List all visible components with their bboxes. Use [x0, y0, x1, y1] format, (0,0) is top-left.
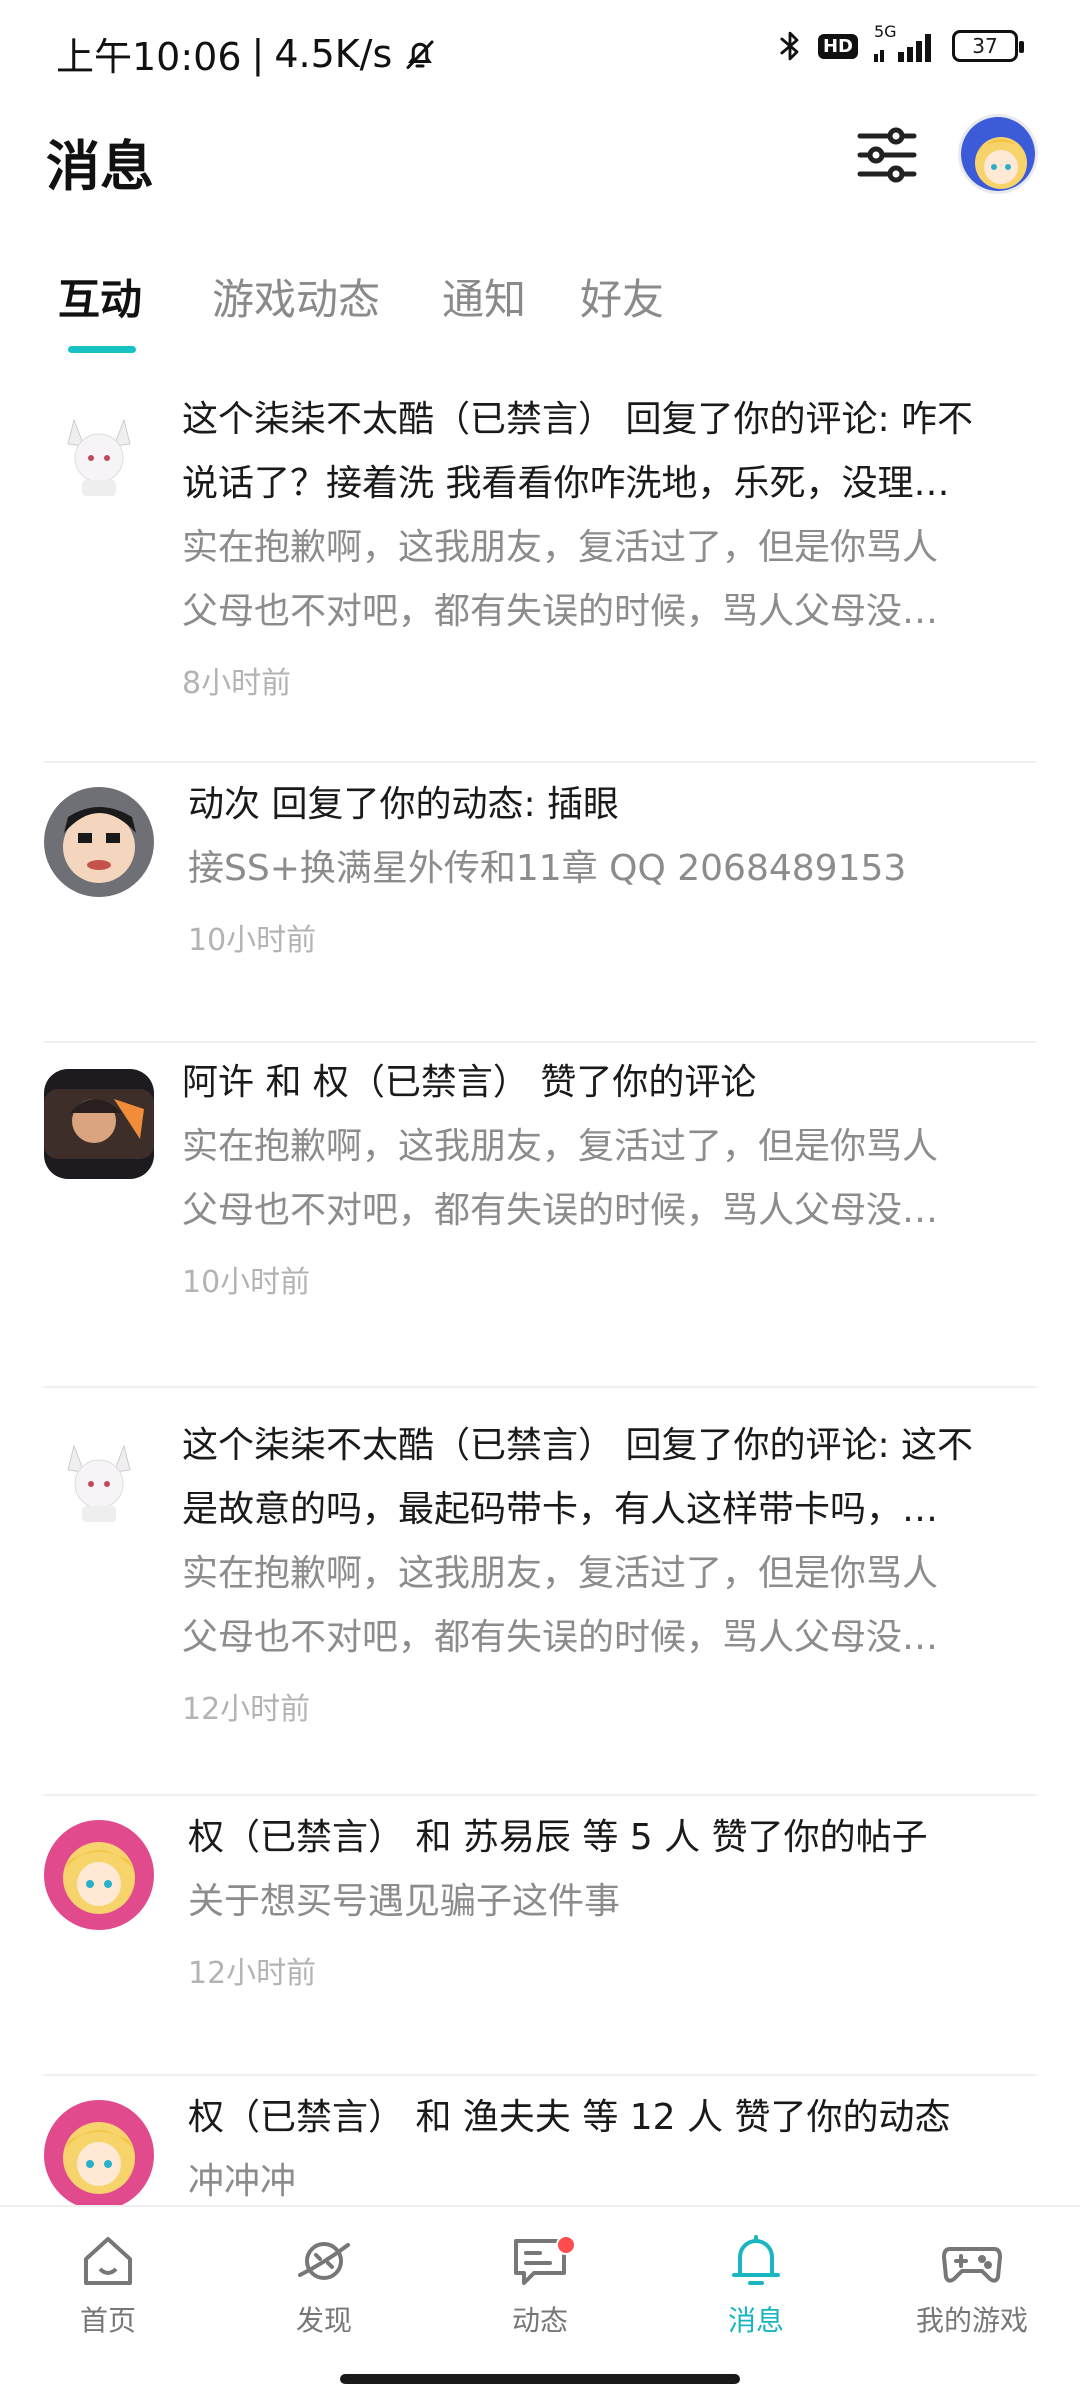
- message-quote: 实在抱歉啊，这我朋友，复活过了，但是你骂人: [182, 1126, 939, 1167]
- list-item[interactable]: 权（已禁言） 和 渔夫夫 等 12 人 赞了你的动态 冲冲冲: [0, 2076, 1080, 2205]
- message-title: 这个柒柒不太酷（已禁言） 回复了你的评论: 咋不: [182, 399, 974, 440]
- message-title: 阿许 和 权（已禁言） 赞了你的评论: [182, 1062, 757, 1103]
- signal-icon: [874, 34, 931, 62]
- message-content: 阿许 和 权（已禁言） 赞了你的评论 实在抱歉啊，这我朋友，复活过了，但是你骂人…: [182, 1051, 1036, 1301]
- message-time: 10小时前: [182, 1265, 311, 1300]
- header: 消息: [0, 100, 1080, 220]
- avatar-image: [44, 1069, 154, 1179]
- nav-label: 消息: [727, 2304, 784, 2337]
- list-item[interactable]: 这个柒柒不太酷（已禁言） 回复了你的评论: 这不 是故意的吗，最起码带卡，有人这…: [0, 1388, 1080, 1796]
- notification-badge: [556, 2235, 576, 2255]
- hd-badge: HD: [817, 33, 858, 59]
- nav-messages[interactable]: 消息: [648, 2207, 864, 2357]
- status-time: 上午10:06: [56, 35, 242, 79]
- avatar[interactable]: [44, 400, 154, 510]
- bell-off-icon: [406, 40, 434, 69]
- nav-my-games[interactable]: 我的游戏: [864, 2207, 1080, 2357]
- avatar[interactable]: [44, 2100, 154, 2205]
- message-content: 动次 回复了你的动态: 插眼 接SS+换满星外传和11章 QQ 20684891…: [188, 773, 1036, 959]
- message-quote: 关于想买号遇见骗子这件事: [188, 1881, 621, 1922]
- status-right: HD 5G 37: [776, 22, 1024, 64]
- message-content: 这个柒柒不太酷（已禁言） 回复了你的评论: 这不 是故意的吗，最起码带卡，有人这…: [182, 1414, 1036, 1728]
- message-content: 这个柒柒不太酷（已禁言） 回复了你的评论: 咋不 说话了？接着洗 我看看你咋洗地…: [182, 388, 1036, 702]
- avatar[interactable]: [44, 1820, 154, 1930]
- page-title: 消息: [46, 135, 154, 198]
- message-quote: 父母也不对吧，都有失误的时候，骂人父母没…: [182, 1190, 939, 1231]
- nav-label: 动态: [511, 2304, 568, 2337]
- message-quote: 实在抱歉啊，这我朋友，复活过了，但是你骂人: [182, 527, 939, 568]
- nav-discover[interactable]: 发现: [216, 2207, 432, 2357]
- user-avatar[interactable]: [958, 114, 1038, 194]
- tab-interaction[interactable]: 互动: [58, 266, 142, 327]
- message-title: 是故意的吗，最起码带卡，有人这样带卡吗，…: [182, 1489, 939, 1530]
- list-item[interactable]: 这个柒柒不太酷（已禁言） 回复了你的评论: 咋不 说话了？接着洗 我看看你咋洗地…: [0, 380, 1080, 763]
- avatar-image: [44, 787, 154, 897]
- list-item[interactable]: 动次 回复了你的动态: 插眼 接SS+换满星外传和11章 QQ 20684891…: [0, 763, 1080, 1043]
- tab-friends[interactable]: 好友: [580, 266, 664, 327]
- filter-button[interactable]: [852, 120, 922, 190]
- status-separator: |: [251, 31, 265, 76]
- message-list[interactable]: 这个柒柒不太酷（已禁言） 回复了你的评论: 咋不 说话了？接着洗 我看看你咋洗地…: [0, 380, 1080, 2205]
- gamepad-icon: [942, 2247, 1002, 2283]
- message-quote: 冲冲冲: [188, 2161, 297, 2202]
- list-item[interactable]: 权（已禁言） 和 苏易辰 等 5 人 赞了你的帖子 关于想买号遇见骗子这件事 1…: [0, 1796, 1080, 2076]
- nav-label: 发现: [295, 2304, 352, 2337]
- status-left: 上午10:06 | 4.5K/s: [56, 26, 438, 81]
- avatar-image: [44, 400, 154, 510]
- network-speed: 4.5K/s: [274, 31, 393, 76]
- message-content: 权（已禁言） 和 苏易辰 等 5 人 赞了你的帖子 关于想买号遇见骗子这件事 1…: [188, 1806, 1036, 1992]
- tab-bar: 互动 游戏动态 通知 好友: [0, 250, 1080, 360]
- nav-feed[interactable]: 动态: [432, 2207, 648, 2357]
- bluetooth-icon: [780, 31, 799, 61]
- avatar[interactable]: [44, 1069, 154, 1179]
- nav-label: 首页: [79, 2304, 136, 2337]
- message-title: 动次 回复了你的动态: 插眼: [188, 784, 620, 825]
- bottom-nav: 首页 发现 动态 消息 我的游戏: [0, 2205, 1080, 2355]
- avatar-image: [44, 1820, 154, 1930]
- nav-home[interactable]: 首页: [0, 2207, 216, 2357]
- sliders-icon: [857, 127, 917, 183]
- battery-indicator: 37: [952, 30, 1024, 62]
- message-content: 权（已禁言） 和 渔夫夫 等 12 人 赞了你的动态 冲冲冲: [188, 2086, 1036, 2205]
- message-time: 10小时前: [188, 923, 317, 958]
- signal-indicator: 5G: [872, 22, 938, 64]
- message-quote: 父母也不对吧，都有失误的时候，骂人父母没…: [182, 1617, 939, 1658]
- message-title: 权（已禁言） 和 苏易辰 等 5 人 赞了你的帖子: [188, 1817, 928, 1858]
- message-time: 12小时前: [188, 1956, 317, 1991]
- nav-label: 我的游戏: [915, 2304, 1028, 2337]
- tab-active-indicator: [68, 346, 136, 353]
- avatar-image: [44, 1426, 154, 1536]
- message-quote: 接SS+换满星外传和11章 QQ 2068489153: [188, 848, 907, 889]
- status-bar: 上午10:06 | 4.5K/s HD 5G 37: [0, 0, 1080, 100]
- avatar[interactable]: [44, 1426, 154, 1536]
- list-item[interactable]: 阿许 和 权（已禁言） 赞了你的评论 实在抱歉啊，这我朋友，复活过了，但是你骂人…: [0, 1043, 1080, 1388]
- avatar-image: [961, 117, 1035, 191]
- tab-game-updates[interactable]: 游戏动态: [212, 266, 380, 327]
- avatar-image: [44, 2100, 154, 2205]
- home-indicator[interactable]: [340, 2374, 740, 2384]
- message-title: 说话了？接着洗 我看看你咋洗地，乐死，没理…: [182, 463, 950, 504]
- message-time: 8小时前: [182, 666, 292, 701]
- message-quote: 实在抱歉啊，这我朋友，复活过了，但是你骂人: [182, 1553, 939, 1594]
- bell-icon: [732, 2235, 780, 2285]
- message-title: 权（已禁言） 和 渔夫夫 等 12 人 赞了你的动态: [188, 2097, 951, 2138]
- battery-level: 37: [972, 34, 998, 58]
- message-quote: 父母也不对吧，都有失误的时候，骂人父母没…: [182, 591, 939, 632]
- message-time: 12小时前: [182, 1692, 311, 1727]
- tab-notifications[interactable]: 通知: [442, 266, 526, 327]
- avatar[interactable]: [44, 787, 154, 897]
- message-title: 这个柒柒不太酷（已禁言） 回复了你的评论: 这不: [182, 1425, 974, 1466]
- home-icon: [84, 2237, 132, 2285]
- planet-icon: [298, 2242, 350, 2280]
